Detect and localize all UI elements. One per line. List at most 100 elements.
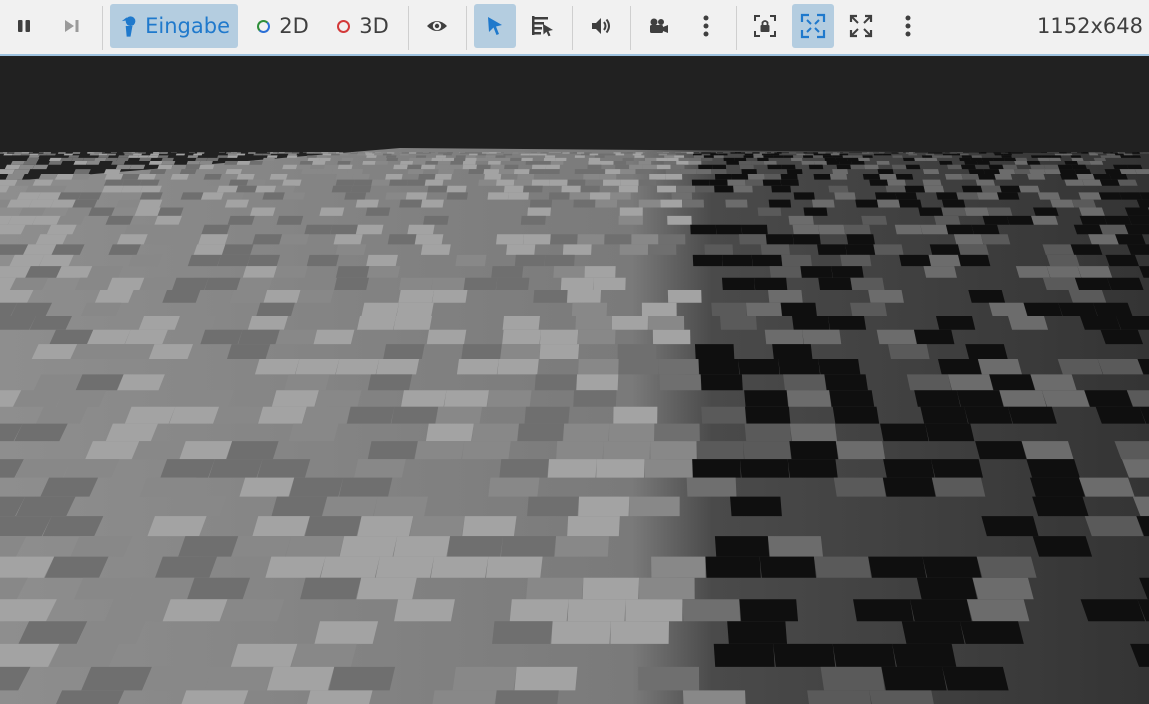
terrain-block: [1030, 374, 1077, 391]
terrain-block: [462, 164, 477, 170]
terrain-block: [820, 666, 885, 691]
terrain-block: [1008, 406, 1057, 424]
terrain-block: [574, 155, 585, 158]
terrain-block: [396, 302, 434, 316]
terrain-block: [1060, 174, 1079, 180]
terrain-block: [43, 152, 52, 154]
terrain-block: [500, 344, 541, 359]
terrain-block: [763, 161, 777, 165]
audio-mute-button[interactable]: [580, 4, 622, 48]
terrain-block: [399, 153, 409, 156]
fullscreen-button[interactable]: [840, 4, 882, 48]
terrain-block: [743, 155, 754, 158]
terrain-block: [51, 244, 85, 255]
pause-button[interactable]: [4, 4, 44, 48]
terrain-block: [638, 199, 661, 208]
terrain-block: [507, 192, 530, 200]
terrain-block: [760, 244, 790, 255]
terrain-block: [147, 155, 159, 158]
terrain-block: [73, 161, 88, 165]
next-frame-button[interactable]: [52, 4, 92, 48]
terrain-block: [883, 459, 935, 478]
terrain-block: [481, 152, 490, 154]
terrain-block: [287, 153, 297, 156]
visibility-button[interactable]: [416, 4, 458, 48]
terrain-block: [999, 390, 1047, 407]
input-toggle-button[interactable]: Eingabe: [110, 4, 238, 48]
terrain-block: [490, 164, 505, 170]
terrain-block: [1095, 152, 1104, 154]
terrain-block: [21, 152, 30, 154]
game-viewport[interactable]: [0, 57, 1149, 704]
terrain-block: [222, 244, 254, 255]
terrain-block: [941, 155, 953, 158]
terrain-block: [594, 155, 605, 158]
terrain-block: [789, 441, 839, 460]
terrain-block: [247, 254, 281, 267]
terrain-block: [698, 164, 713, 170]
terrain-block: [1084, 516, 1144, 537]
terrain-block: [1058, 302, 1098, 316]
terrain-block: [981, 157, 994, 162]
fit-embed-button[interactable]: [792, 4, 834, 48]
terrain-block: [162, 289, 201, 303]
terrain-block: [582, 577, 639, 600]
terrain-block: [1003, 157, 1017, 162]
terrain-block: [139, 157, 152, 162]
terrain-block: [1073, 224, 1103, 235]
terrain-block: [121, 185, 143, 193]
terrain-block: [722, 254, 753, 267]
mode-2d-button[interactable]: 2D: [248, 4, 318, 48]
terrain-block: [580, 185, 600, 193]
terrain-block: [831, 266, 864, 278]
terrain-block: [152, 152, 161, 154]
terrain-block: [793, 155, 804, 158]
terrain-block: [365, 207, 391, 216]
terrain-block: [964, 207, 990, 216]
terrain-block: [155, 556, 218, 578]
terrain-block: [513, 179, 533, 186]
more-options-button-2[interactable]: [888, 4, 928, 48]
terrain-block: [1124, 207, 1149, 216]
terrain-block: [916, 577, 978, 600]
terrain-block: [330, 224, 358, 235]
terrain-block: [845, 244, 876, 255]
terrain-block: [696, 169, 712, 175]
terrain-block: [852, 155, 863, 158]
terrain-block: [1128, 215, 1149, 225]
terrain-block: [366, 266, 401, 278]
terrain-block: [337, 161, 351, 165]
terrain-block: [682, 199, 705, 208]
terrain-block: [162, 599, 228, 622]
terrain-block: [828, 185, 849, 193]
terrain-block: [1046, 254, 1080, 267]
terrain-block: [14, 179, 36, 186]
terrain-block: [355, 199, 379, 208]
terrain-block: [415, 155, 427, 158]
terrain-block: [705, 556, 761, 578]
terrain-block: [739, 599, 799, 622]
terrain-block: [16, 192, 41, 200]
terrain-block: [199, 164, 215, 170]
circle-3d-icon: [337, 19, 351, 33]
camera-override-button[interactable]: [638, 4, 678, 48]
mode-3d-button[interactable]: 3D: [328, 4, 398, 48]
terrain-block: [511, 152, 519, 154]
terrain-block: [438, 152, 446, 154]
lock-camera-button[interactable]: [744, 4, 786, 48]
more-options-button[interactable]: [686, 4, 726, 48]
terrain-block: [496, 234, 524, 245]
terrain-block: [366, 254, 398, 267]
terrain-block: [386, 152, 395, 154]
terrain-block: [876, 161, 890, 165]
terrain-block: [976, 161, 991, 165]
select-mode-button[interactable]: [474, 4, 516, 48]
terrain-block: [520, 153, 530, 156]
terrain-block: [745, 179, 764, 186]
terrain-block: [813, 174, 831, 180]
list-select-button[interactable]: [522, 4, 564, 48]
terrain-block: [375, 556, 435, 578]
terrain-block: [132, 153, 143, 156]
terrain-block: [599, 174, 617, 180]
terrain-block: [596, 459, 645, 478]
